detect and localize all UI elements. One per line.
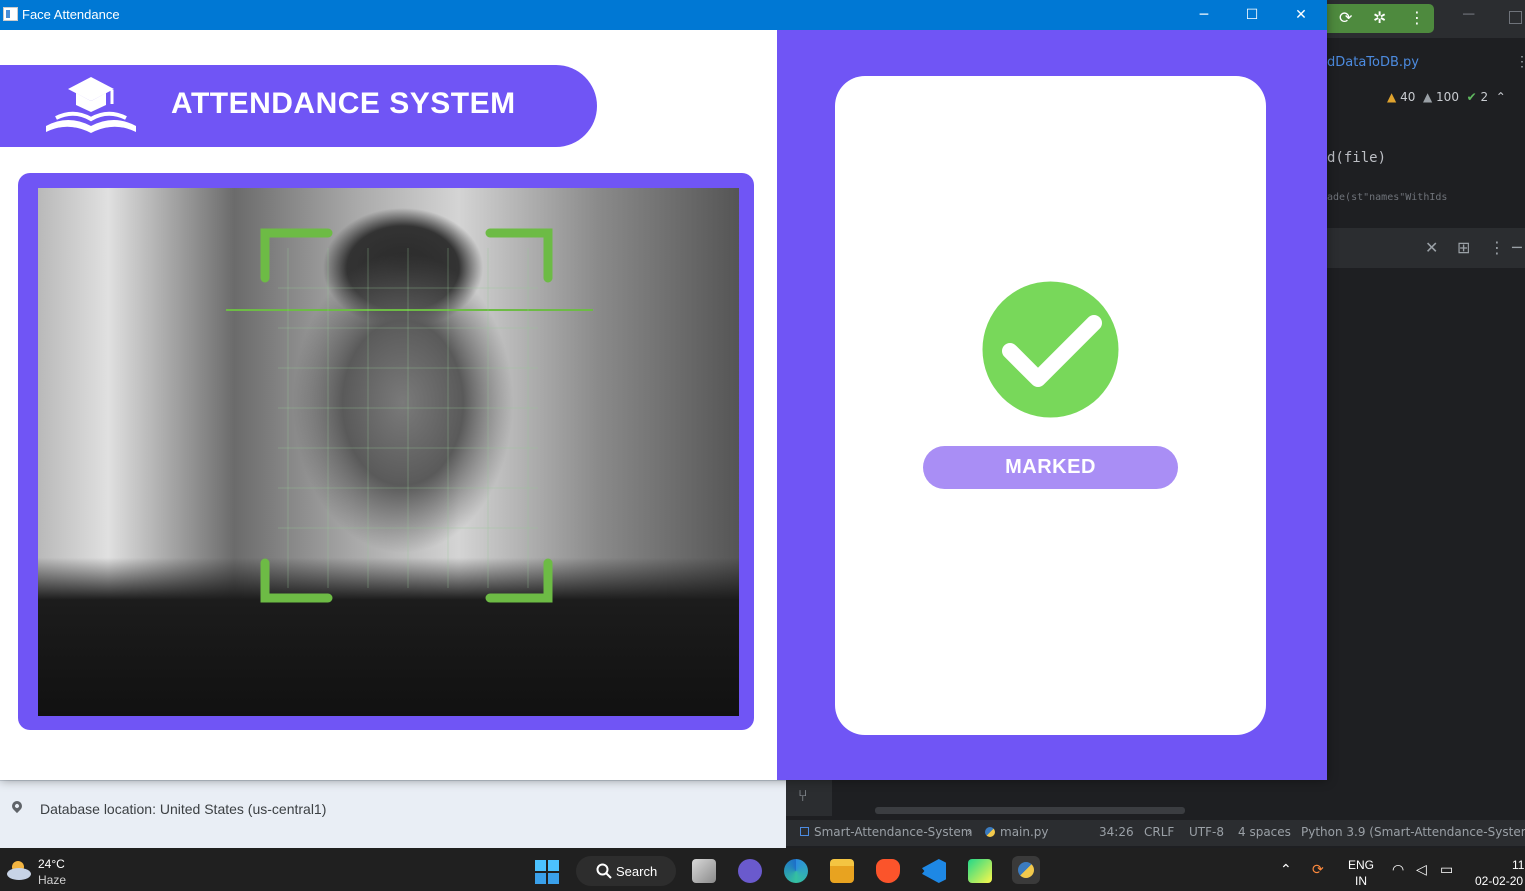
face-grid <box>278 248 538 588</box>
location-pin-icon <box>9 798 25 814</box>
camera-pane: ATTENDANCE SYSTEM <box>0 30 777 780</box>
python-logo-icon <box>1018 862 1034 878</box>
sync-icon[interactable]: ⟳ <box>1312 862 1324 878</box>
graduation-book-icon <box>46 77 136 133</box>
rerun-icon[interactable]: ⟳ <box>1339 8 1352 27</box>
success-check-icon <box>982 281 1119 418</box>
warning-icon: ▲ <box>1387 90 1397 104</box>
ide-status-bar: Smart-Attendance-System › main.py 34:26 … <box>786 820 1525 846</box>
breadcrumb-separator: › <box>967 825 972 839</box>
debug-icon[interactable]: ✲ <box>1373 8 1386 27</box>
taskbar-search[interactable]: Search <box>576 856 676 886</box>
status-encoding[interactable]: UTF-8 <box>1189 825 1224 839</box>
status-file[interactable]: main.py <box>985 825 1049 839</box>
ide-maximize-icon[interactable] <box>1509 11 1522 24</box>
vscode-icon[interactable] <box>922 859 946 883</box>
code-line[interactable]: d(file) <box>1327 150 1386 166</box>
language-region: IN <box>1355 874 1367 888</box>
minimize-button[interactable]: ─ <box>1180 0 1228 30</box>
close-button[interactable]: ✕ <box>1277 0 1325 30</box>
window-title: Face Attendance <box>22 7 120 22</box>
check-icon: ✔ <box>1466 90 1477 104</box>
status-card: MARKED <box>835 76 1266 735</box>
clock-date[interactable]: 02-02-20 <box>1475 874 1523 888</box>
ide-file-tab[interactable]: dDataToDB.py <box>1327 55 1419 70</box>
camera-feed <box>38 188 739 716</box>
file-explorer-icon[interactable] <box>830 859 854 883</box>
warning-count: 40 <box>1400 90 1416 104</box>
battery-icon[interactable]: ▭ <box>1440 862 1453 878</box>
ide-run-controls: ⟳ ✲ ⋮ <box>1327 4 1434 33</box>
window-titlebar[interactable]: Face Attendance ─ ☐ ✕ <box>0 0 1327 30</box>
git-branch-icon: ⑂ <box>798 786 808 805</box>
marked-status-badge: MARKED <box>923 446 1178 489</box>
scan-corner-top-left <box>260 228 333 283</box>
close-panel-icon[interactable]: ✕ <box>1425 238 1438 257</box>
status-cursor[interactable]: 34:26 <box>1099 825 1134 839</box>
status-indent[interactable]: 4 spaces <box>1238 825 1291 839</box>
pycharm-icon[interactable] <box>968 859 992 883</box>
project-icon <box>800 827 809 836</box>
more-options-icon[interactable]: ⋮ <box>1409 8 1425 27</box>
language-indicator[interactable]: ENG <box>1348 858 1374 872</box>
python-file-icon <box>985 827 995 837</box>
ide-toolbar: ⟳ ✲ ⋮ ─ <box>1327 0 1525 38</box>
face-scan-overlay <box>226 228 593 603</box>
code-line-partial[interactable]: ade(st"names"WithIds <box>1327 192 1447 202</box>
edge-browser-icon[interactable] <box>784 859 808 883</box>
maximize-button[interactable]: ☐ <box>1228 0 1276 30</box>
weather-condition: Haze <box>38 873 67 887</box>
scan-corner-bottom-right <box>485 558 553 603</box>
python-app-icon[interactable] <box>1012 856 1040 884</box>
scan-corner-bottom-left <box>260 558 333 603</box>
ide-window: ⟳ ✲ ⋮ ─ dDataToDB.py ⋮ ▲ 40 ▲ 100 ✔ 2 ⌃ … <box>1327 0 1525 848</box>
ide-tool-panel-header: ✕ ⊞ ⋮ ─ <box>1327 228 1525 268</box>
search-label: Search <box>616 864 658 879</box>
status-line-ending[interactable]: CRLF <box>1144 825 1174 839</box>
header-banner: ATTENDANCE SYSTEM <box>0 65 597 147</box>
weak-warning-icon: ▲ <box>1422 90 1433 104</box>
task-view-icon[interactable] <box>692 859 716 883</box>
volume-icon[interactable]: ◁ <box>1416 862 1427 878</box>
layout-icon[interactable]: ⊞ <box>1457 238 1470 257</box>
inspection-widget[interactable]: ▲ 40 ▲ 100 ✔ 2 ⌃ <box>1387 90 1506 104</box>
status-pane: MARKED <box>777 30 1327 780</box>
database-location: Database location: United States (us-cen… <box>40 801 327 817</box>
windows-start-icon[interactable] <box>535 860 559 884</box>
status-project[interactable]: Smart-Attendance-System <box>800 825 972 839</box>
chevron-up-icon[interactable]: ⌃ <box>1496 90 1506 104</box>
banner-title: ATTENDANCE SYSTEM <box>171 87 516 120</box>
taskbar: 24°C Haze Search ⌃ ⟳ ENG IN ◠ ◁ ▭ 11 02-… <box>0 848 1525 891</box>
status-interpreter[interactable]: Python 3.9 (Smart-Attendance-System) (2 <box>1301 825 1525 839</box>
weather-haze-icon <box>7 861 31 880</box>
browser-content-strip: Database location: United States (us-cen… <box>0 780 786 849</box>
clock-time[interactable]: 11 <box>1512 858 1524 872</box>
face-attendance-window: Face Attendance ─ ☐ ✕ ATTENDANCE SYSTEM <box>0 0 1327 780</box>
ide-minimize-icon[interactable]: ─ <box>1463 6 1474 24</box>
hide-panel-icon[interactable]: ─ <box>1512 238 1522 257</box>
ide-bottom-area: ⑂ Smart-Attendance-System › main.py 34:2… <box>786 780 1525 848</box>
horizontal-scrollbar[interactable] <box>875 807 1185 814</box>
scan-corner-top-right <box>485 228 553 283</box>
git-tool[interactable]: ⑂ <box>786 780 832 816</box>
weak-warning-count: 100 <box>1436 90 1459 104</box>
tab-more-icon[interactable]: ⋮ <box>1515 53 1525 70</box>
brave-browser-icon[interactable] <box>876 859 900 883</box>
app-icon <box>3 7 18 21</box>
wifi-icon[interactable]: ◠ <box>1392 862 1404 878</box>
ok-count: 2 <box>1480 90 1489 104</box>
panel-more-icon[interactable]: ⋮ <box>1489 238 1505 257</box>
weather-temperature: 24°C <box>38 857 65 871</box>
tray-chevron-up-icon[interactable]: ⌃ <box>1280 862 1292 878</box>
search-icon <box>596 863 612 879</box>
teams-chat-icon[interactable] <box>738 859 762 883</box>
